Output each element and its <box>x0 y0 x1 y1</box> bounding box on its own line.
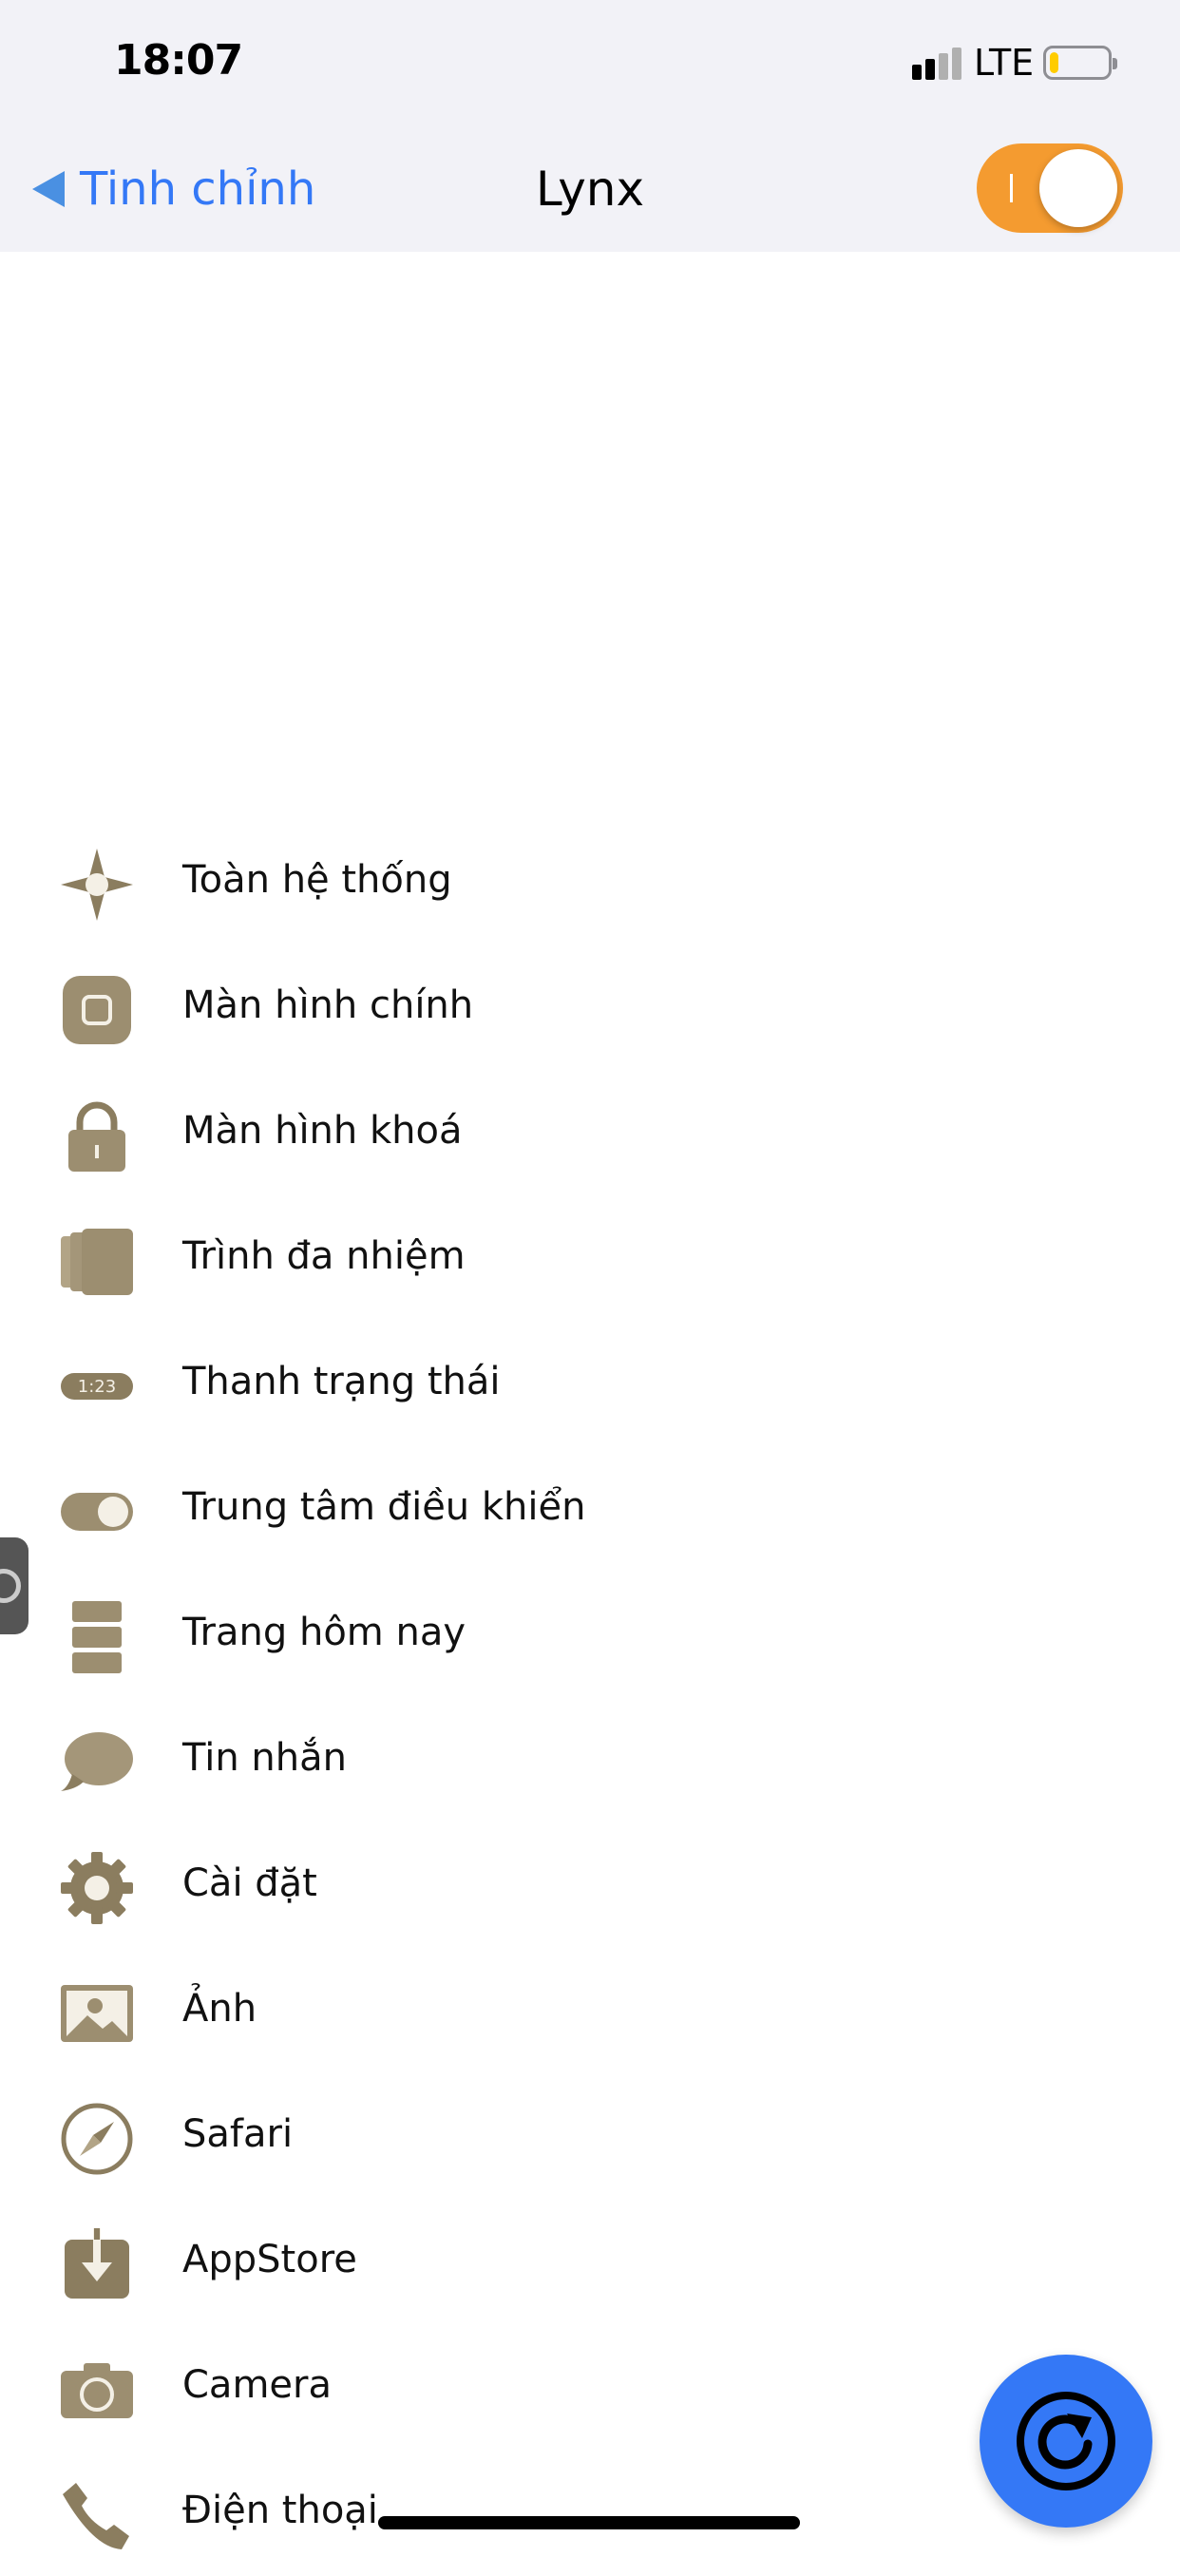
list-item[interactable]: Trung tâm điều khiển <box>0 1447 1180 1573</box>
control-center-toggle-icon <box>59 1474 135 1550</box>
multitask-icon <box>59 1223 135 1299</box>
list-item[interactable]: Màn hình khoá <box>0 1071 1180 1196</box>
list-item[interactable]: Safari <box>0 2074 1180 2200</box>
refresh-icon <box>1017 2392 1115 2490</box>
settings-list: Toàn hệ thống Màn hình chính Màn hình kh… <box>0 820 1180 2576</box>
battery-icon <box>1043 46 1117 80</box>
list-item-label: Màn hình chính <box>182 983 474 1027</box>
toggle-knob <box>1039 149 1117 227</box>
enable-toggle[interactable] <box>977 143 1123 233</box>
compass-icon <box>59 2101 135 2177</box>
home-screen-icon <box>59 972 135 1048</box>
system-wide-icon <box>59 847 135 923</box>
list-item[interactable]: Trang hôm nay <box>0 1573 1180 1698</box>
status-time: 18:07 <box>114 36 243 85</box>
status-bar: 18:07 LTE <box>0 0 1180 128</box>
list-item[interactable]: Cài đặt <box>0 1823 1180 1949</box>
list-item-label: Trang hôm nay <box>182 1611 466 1654</box>
download-icon <box>59 2226 135 2302</box>
network-type: LTE <box>974 42 1035 84</box>
today-view-icon <box>59 1599 135 1675</box>
list-item[interactable]: 1:23 Thanh trạng thái <box>0 1322 1180 1447</box>
list-item-label: Trình đa nhiệm <box>182 1234 466 1278</box>
nav-bar: Tinh chỉnh Lynx <box>0 128 1180 252</box>
list-item[interactable]: Ảnh <box>0 1949 1180 2074</box>
list-item-label: Safari <box>182 2112 294 2156</box>
list-item[interactable]: Trình đa nhiệm <box>0 1196 1180 1322</box>
battery-level <box>1050 52 1058 73</box>
list-item-label: Điện thoại <box>182 2489 378 2532</box>
gear-icon <box>59 1850 135 1926</box>
assistive-touch-tab[interactable] <box>0 1537 29 1634</box>
status-bar-icon-text: 1:23 <box>78 1377 116 1397</box>
message-bubble-icon <box>59 1725 135 1801</box>
list-item-label: Toàn hệ thống <box>182 858 452 902</box>
list-item-label: Thanh trạng thái <box>182 1360 501 1403</box>
list-item-label: Ảnh <box>182 1987 257 2031</box>
camera-icon <box>59 2352 135 2428</box>
photo-icon <box>59 1975 135 2051</box>
list-item-label: Camera <box>182 2363 332 2407</box>
list-item-label: Cài đặt <box>182 1861 317 1905</box>
cellular-signal-icon <box>912 48 961 80</box>
list-item[interactable]: AppStore <box>0 2200 1180 2325</box>
lock-icon <box>59 1097 135 1174</box>
list-item-label: AppStore <box>182 2238 357 2281</box>
toggle-on-mark <box>1010 174 1013 202</box>
status-bar-icon: 1:23 <box>59 1348 135 1424</box>
phone-icon <box>59 2477 135 2553</box>
list-item-label: Màn hình khoá <box>182 1109 463 1153</box>
home-indicator[interactable] <box>378 2516 800 2529</box>
list-item-label: Tin nhắn <box>182 1736 347 1780</box>
list-item-label: Trung tâm điều khiển <box>182 1485 586 1529</box>
list-item[interactable]: Tin nhắn <box>0 1698 1180 1823</box>
list-item[interactable]: Màn hình chính <box>0 945 1180 1071</box>
respring-button[interactable] <box>980 2355 1152 2528</box>
list-item[interactable]: Toàn hệ thống <box>0 820 1180 945</box>
